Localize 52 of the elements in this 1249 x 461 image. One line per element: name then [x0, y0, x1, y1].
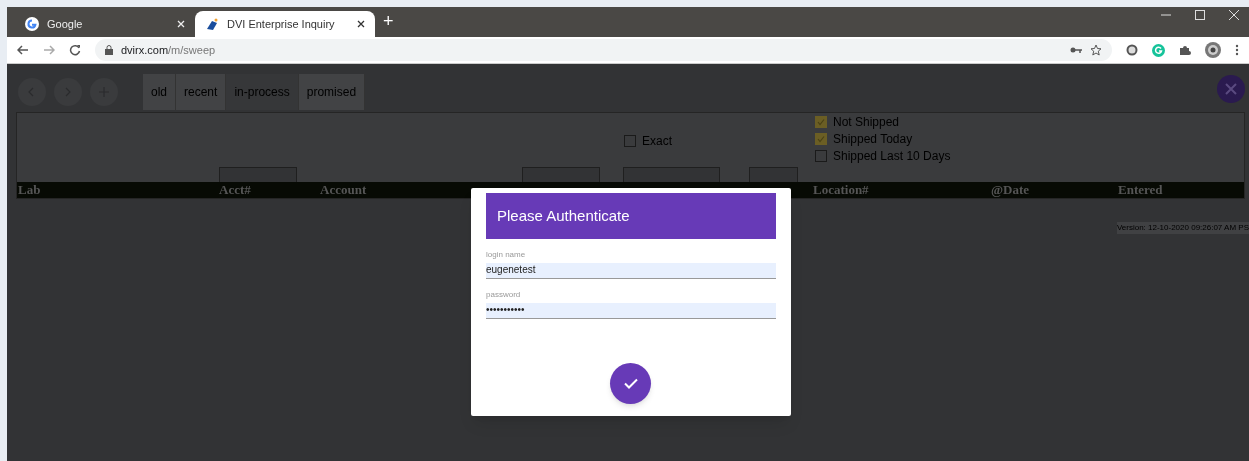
new-tab-button[interactable]: + [383, 8, 394, 35]
maximize-icon [1195, 9, 1205, 21]
checkbox[interactable] [815, 116, 827, 128]
dialog-title: Please Authenticate [486, 193, 776, 239]
column-header[interactable]: Account [320, 182, 367, 198]
input-field[interactable]: ••••••••••• [486, 303, 776, 319]
key-icon [1070, 46, 1082, 54]
address-bar[interactable]: dvirx.com/m/sweep [95, 39, 1112, 61]
checkbox-label: Shipped Today [833, 132, 913, 146]
browser-tab[interactable]: DVI Enterprise Inquiry [195, 11, 375, 37]
back-arrow-icon[interactable] [17, 44, 29, 56]
star-icon[interactable] [1090, 44, 1102, 56]
submit-button[interactable] [610, 363, 651, 404]
circle-icon[interactable] [1126, 44, 1138, 56]
profile-avatar-icon[interactable] [1205, 42, 1221, 58]
field-label: login name [486, 250, 527, 260]
field-label: password [486, 290, 522, 300]
checkbox[interactable] [815, 150, 827, 162]
column-header[interactable]: Lab [18, 182, 41, 198]
tab-title: Google [47, 16, 84, 32]
text-field[interactable] [749, 167, 798, 183]
view-tab[interactable]: promised [298, 73, 366, 110]
checkbox[interactable] [624, 135, 636, 147]
tab-title: DVI Enterprise Inquiry [227, 16, 336, 32]
reload-icon[interactable] [69, 44, 81, 56]
browser-tab[interactable]: Google [15, 11, 195, 37]
forward-arrow-icon[interactable] [43, 44, 55, 56]
close-icon [1229, 9, 1239, 21]
column-header[interactable]: Entered [1118, 182, 1163, 198]
checkbox-label: Not Shipped [833, 115, 900, 129]
more-vertical-icon[interactable] [1235, 44, 1239, 56]
puzzle-icon[interactable] [1179, 44, 1191, 56]
column-header[interactable]: Acct# [219, 182, 251, 198]
text-field[interactable] [219, 167, 297, 183]
view-tab[interactable]: in-process [226, 73, 299, 110]
satellite-icon [205, 17, 219, 31]
google-icon [25, 17, 39, 31]
column-header[interactable]: @Date [991, 182, 1030, 198]
text-field[interactable] [623, 167, 720, 183]
grammar-g-icon[interactable] [1152, 43, 1165, 57]
checkmark-icon [623, 378, 638, 389]
input-field[interactable]: eugenetest [486, 263, 776, 279]
text-field[interactable] [522, 167, 600, 183]
view-tab[interactable]: old [143, 73, 176, 110]
lock-icon [105, 45, 113, 55]
checkbox[interactable] [815, 133, 827, 145]
column-header[interactable]: Location# [813, 182, 869, 198]
checkbox-label: Exact [642, 133, 672, 150]
url-text: dvirx.com/m/sweep [121, 42, 217, 58]
close-icon[interactable] [357, 20, 365, 28]
view-tab[interactable]: recent [176, 73, 227, 110]
checkbox-label: Shipped Last 10 Days [833, 149, 951, 163]
